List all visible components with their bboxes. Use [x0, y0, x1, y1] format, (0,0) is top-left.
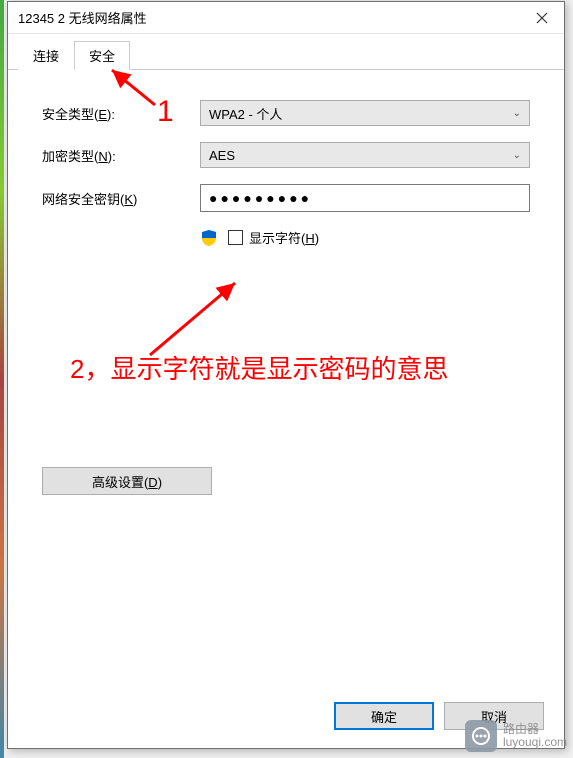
network-key-label: 网络安全密钥(K): [42, 189, 200, 208]
ok-button[interactable]: 确定: [334, 702, 434, 730]
tab-bar: 连接 安全: [8, 40, 564, 70]
uac-shield-icon: [200, 229, 218, 247]
watermark-text: 路由器 luyouqi.com: [503, 723, 567, 749]
network-key-input[interactable]: ●●●●●●●●●: [200, 184, 530, 212]
tab-content: 安全类型(E): WPA2 - 个人 ⌄ 加密类型(N): AES ⌄ 网络安全…: [8, 70, 564, 505]
background-strip: [0, 0, 4, 758]
tab-security[interactable]: 安全: [74, 41, 130, 70]
close-icon: [536, 12, 548, 24]
encryption-type-label: 加密类型(N):: [42, 146, 200, 165]
security-type-select[interactable]: WPA2 - 个人 ⌄: [200, 100, 530, 126]
encryption-type-value: AES: [209, 148, 235, 163]
watermark-icon: [465, 720, 497, 752]
chevron-down-icon: ⌄: [513, 150, 521, 161]
window-title: 12345 2 无线网络属性: [18, 8, 147, 27]
advanced-settings-label: 高级设置(D): [92, 472, 162, 491]
watermark: 路由器 luyouqi.com: [465, 720, 567, 752]
titlebar: 12345 2 无线网络属性: [8, 2, 564, 34]
advanced-settings-button[interactable]: 高级设置(D): [42, 467, 212, 495]
dialog-window: 12345 2 无线网络属性 连接 安全 安全类型(E): WPA2 - 个人 …: [7, 1, 565, 749]
security-type-value: WPA2 - 个人: [209, 104, 282, 123]
close-button[interactable]: [519, 2, 564, 34]
tab-connection[interactable]: 连接: [18, 41, 74, 70]
show-characters-label: 显示字符(H): [249, 228, 319, 247]
encryption-type-select[interactable]: AES ⌄: [200, 142, 530, 168]
security-type-label: 安全类型(E):: [42, 104, 200, 123]
network-key-value: ●●●●●●●●●: [209, 190, 312, 206]
show-characters-checkbox[interactable]: [228, 230, 243, 245]
chevron-down-icon: ⌄: [513, 108, 521, 119]
